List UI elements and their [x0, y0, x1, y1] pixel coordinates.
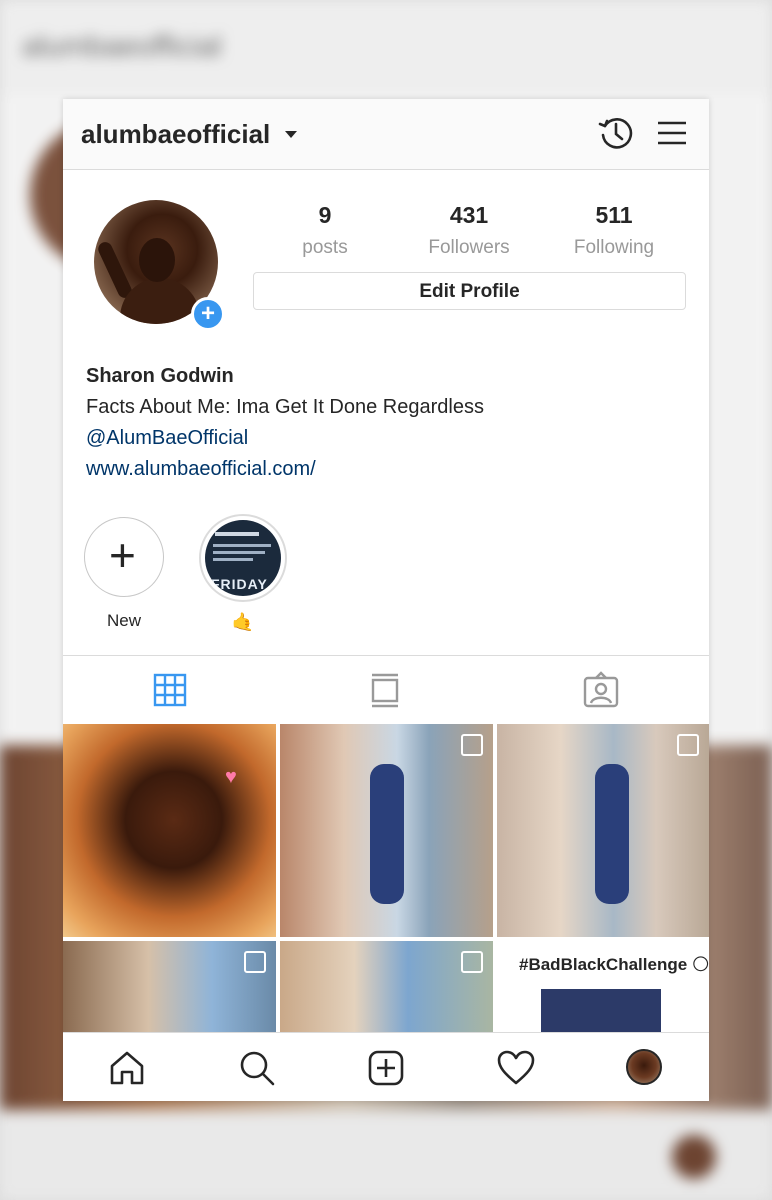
highlight-cover-text: FRIDAY: [211, 576, 268, 592]
multiple-photos-icon: [461, 951, 483, 973]
multiple-photos-icon: [461, 734, 483, 756]
profile-avatar[interactable]: [626, 1049, 662, 1085]
top-bar: alumbaeofficial: [63, 99, 709, 170]
followers-count-label: Followers: [428, 237, 510, 258]
following-count[interactable]: 511 Following: [554, 202, 674, 259]
grid-icon[interactable]: [150, 670, 190, 710]
handle-link[interactable]: @AlumBaeOfficial: [86, 423, 484, 454]
post-thumbnail: [541, 989, 661, 1034]
photo-grid: ♥ #BadBlackChallenge 🌕: [63, 724, 709, 1034]
posts-count-value: 9: [318, 202, 332, 228]
website-link[interactable]: www.alumbaeofficial.com/: [86, 454, 484, 485]
archive-history-icon[interactable]: [596, 113, 636, 153]
search-icon[interactable]: [237, 1048, 277, 1088]
highlight-label: New: [106, 611, 141, 630]
following-count-value: 511: [595, 202, 633, 228]
post-tile[interactable]: #BadBlackChallenge 🌕: [497, 941, 709, 1034]
account-switcher[interactable]: alumbaeofficial: [81, 119, 270, 150]
story-highlight-cover: FRIDAY: [205, 520, 281, 596]
posts-count-label: posts: [302, 237, 348, 258]
post-tile[interactable]: [280, 724, 493, 937]
followers-count-value: 431: [449, 202, 489, 228]
feed-icon[interactable]: [365, 670, 405, 710]
post-tile[interactable]: ♥: [63, 724, 276, 937]
multiple-photos-icon: [677, 734, 699, 756]
post-tile[interactable]: [497, 724, 709, 937]
tagged-icon[interactable]: [581, 670, 621, 710]
add-story-plus-icon[interactable]: +: [191, 297, 225, 331]
highlight-label: 🤙: [231, 612, 255, 632]
multiple-photos-icon: [244, 951, 266, 973]
menu-icon[interactable]: [652, 113, 692, 153]
followers-count[interactable]: 431 Followers: [409, 202, 529, 259]
plus-icon: +: [109, 529, 136, 581]
new-highlight-ring: +: [84, 517, 164, 597]
bio-text: Facts About Me: Ima Get It Done Regardle…: [86, 396, 484, 418]
new-highlight[interactable]: + New: [69, 517, 179, 631]
post-tile[interactable]: [280, 941, 493, 1034]
add-post-icon[interactable]: [366, 1048, 406, 1088]
profile-bio: Sharon Godwin Facts About Me: Ima Get It…: [86, 361, 484, 485]
heart-sticker-icon: ♥: [225, 766, 237, 788]
posts-count[interactable]: 9 posts: [265, 202, 385, 259]
post-caption: #BadBlackChallenge 🌕: [519, 955, 709, 974]
story-highlight-ring: FRIDAY: [199, 514, 287, 602]
profile-avatar[interactable]: +: [94, 200, 225, 331]
story-highlight[interactable]: FRIDAY 🤙: [188, 514, 298, 633]
post-tile[interactable]: [63, 941, 276, 1034]
home-icon[interactable]: [107, 1048, 147, 1088]
profile-screen: alumbaeofficial + 9 posts 431 Followers …: [63, 99, 709, 1101]
chevron-down-icon[interactable]: [285, 131, 297, 138]
heart-icon[interactable]: [496, 1048, 536, 1088]
edit-profile-button[interactable]: Edit Profile: [253, 272, 686, 310]
profile-tabs: [63, 655, 709, 724]
display-name: Sharon Godwin: [86, 365, 234, 387]
following-count-label: Following: [573, 237, 655, 258]
bottom-navigation: [63, 1032, 709, 1101]
